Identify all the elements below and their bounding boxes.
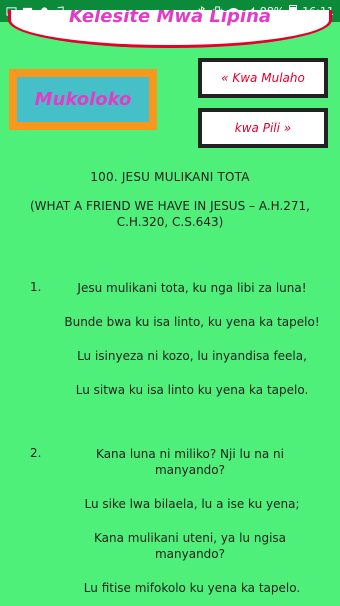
mukoloko-inner: Mukoloko — [17, 77, 149, 122]
mukoloko-button[interactable]: Mukoloko — [9, 69, 157, 130]
previous-button-label: « Kwa Mulaho — [221, 71, 305, 85]
verse-line: Lu sitwa ku isa linto ku yena ka tapelo. — [75, 383, 309, 397]
next-button[interactable]: kwa Pili » — [198, 108, 328, 148]
next-button-label: kwa Pili » — [234, 121, 292, 135]
verse-line: Lu fitise mifokolo ku yena ka tapelo. — [83, 581, 301, 595]
verse-line: Lu isinyeza ni kozo, lu inyandisa feela, — [77, 349, 307, 363]
verse-number: 2. — [30, 446, 42, 460]
mukoloko-label: Mukoloko — [34, 89, 132, 110]
song-reference: (WHAT A FRIEND WE HAVE IN JESUS – A.H.27… — [30, 199, 310, 229]
verse-line: Jesu mulikani tota, ku nga libi za luna! — [77, 281, 307, 295]
app-header: Kelesite Mwa Lipina — [8, 10, 332, 48]
verse-line: Lu sike lwa bilaela, lu a ise ku yena; — [84, 497, 300, 511]
verse-line: Kana mulikani uteni, ya lu ngisa manyand… — [93, 531, 287, 561]
verse-number: 1. — [30, 280, 42, 294]
previous-button[interactable]: « Kwa Mulaho — [198, 58, 328, 98]
song-title: 100. JESU MULIKANI TOTA — [90, 170, 250, 184]
song-content: 100. JESU MULIKANI TOTA (WHAT A FRIEND W… — [0, 170, 340, 606]
verse-line: Bunde bwa ku isa linto, ku yena ka tapel… — [64, 315, 320, 329]
app-title: Kelesite Mwa Lipina — [68, 10, 272, 27]
verse-2: 2. Kana luna ni miliko? Nji lu na ni man… — [0, 446, 340, 596]
verse-line: Kana luna ni miliko? Nji lu na ni manyan… — [96, 447, 284, 477]
verse-1: 1. Jesu mulikani tota, ku nga libi za lu… — [0, 280, 340, 398]
